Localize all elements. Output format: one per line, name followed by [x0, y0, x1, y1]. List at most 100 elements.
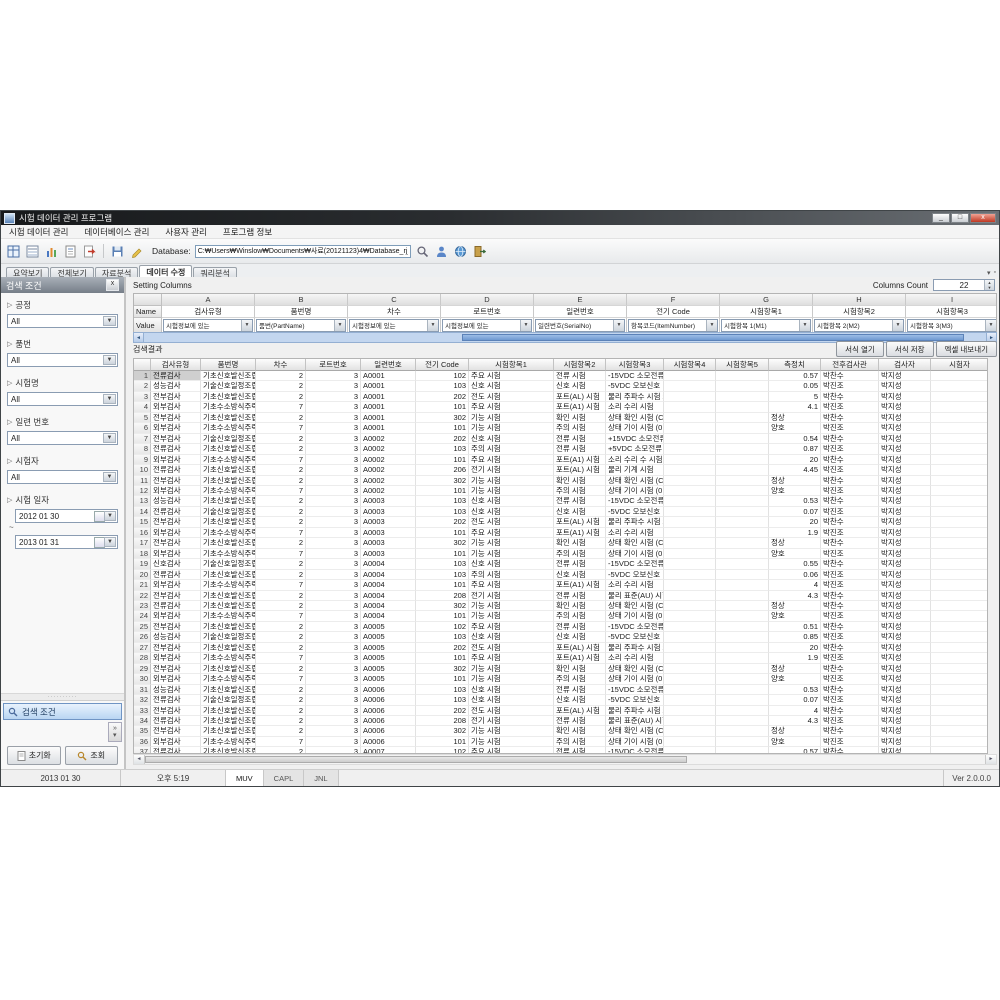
cell[interactable]	[931, 643, 988, 653]
cell[interactable]	[931, 517, 988, 527]
cell[interactable]: 기능 시험	[469, 538, 554, 548]
cell[interactable]	[931, 737, 988, 747]
cell[interactable]: A0006	[361, 706, 416, 716]
cell[interactable]	[716, 611, 769, 621]
cell[interactable]	[931, 434, 988, 444]
column-value-dropdown-B[interactable]: 품번(PartName)▼	[256, 319, 346, 332]
cell[interactable]	[931, 549, 988, 559]
cell[interactable]	[716, 444, 769, 454]
cell[interactable]: 박지성	[879, 434, 931, 444]
cell[interactable]: 3	[306, 580, 361, 590]
cell[interactable]: 전부검사	[151, 622, 201, 632]
cell[interactable]	[664, 444, 716, 454]
cell[interactable]: 박지성	[879, 622, 931, 632]
cell[interactable]: 202	[416, 434, 469, 444]
cell[interactable]: 20	[769, 643, 821, 653]
cell[interactable]: -15VDC 소모전류	[606, 747, 664, 754]
cell[interactable]: 박찬수	[821, 413, 879, 423]
table-row[interactable]: 37전류검사기초신호발신조립체23A0007102주요 시험전류 시험-15VD…	[134, 747, 987, 754]
cell[interactable]: 기초신호발신조립체	[201, 517, 256, 527]
cell[interactable]: -5VDC 오보신호	[606, 570, 664, 580]
cell[interactable]: 2	[256, 371, 306, 381]
cell[interactable]: 박지성	[879, 726, 931, 736]
cell[interactable]: 박찬수	[821, 747, 879, 754]
cell[interactable]: 기술신호일정조립체	[201, 695, 256, 705]
cell[interactable]: 7	[256, 737, 306, 747]
chevron-down-icon[interactable]: ▼	[103, 316, 116, 326]
table-row[interactable]: 22전부검사기초신호발신조립체23A0004208전기 시험전류 시험물리 표준…	[134, 591, 987, 601]
column-value-dropdown-E[interactable]: 일련번호(SerialNo)▼	[535, 319, 625, 332]
cell[interactable]: 신호검사	[151, 559, 201, 569]
cell[interactable]: 신호 시험	[469, 434, 554, 444]
column-value-dropdown-I[interactable]: 시험항목 3(M3)▼	[907, 319, 997, 332]
column-value-dropdown-A[interactable]: 시험정보에 있는▼	[163, 319, 253, 332]
cell[interactable]: 0.53	[769, 685, 821, 695]
cell[interactable]	[716, 674, 769, 684]
results-hscrollbar[interactable]: ◄ ►	[133, 754, 997, 765]
cell[interactable]: 물리 기계 시험	[606, 465, 664, 475]
tab-pin-icon[interactable]: ▫	[994, 269, 996, 277]
table-row[interactable]: 17전부검사기초신호발신조립체23A0003302기능 시험확인 시험상태 확인…	[134, 538, 987, 548]
cell[interactable]: 기초신호발신조립체	[201, 726, 256, 736]
cell[interactable]: 2	[256, 517, 306, 527]
cell[interactable]: 202	[416, 517, 469, 527]
cell[interactable]: 전류 시험	[554, 434, 606, 444]
cell[interactable]: 3	[306, 465, 361, 475]
cell[interactable]: 확인 시험	[554, 413, 606, 423]
cell[interactable]: 3	[306, 591, 361, 601]
cell[interactable]: 박찬수	[821, 517, 879, 527]
cell[interactable]: A0006	[361, 726, 416, 736]
cell[interactable]	[664, 632, 716, 642]
cell[interactable]: 기초수소방식주력체	[201, 549, 256, 559]
chevron-down-icon[interactable]: ▼	[104, 537, 116, 547]
cell[interactable]: 0.55	[769, 559, 821, 569]
cell[interactable]: 103	[416, 496, 469, 506]
cell[interactable]: 기술신호일정조립체	[201, 434, 256, 444]
cell[interactable]: 포트(AL) 시험	[554, 465, 606, 475]
cell[interactable]: 주요 시험	[469, 371, 554, 381]
cell[interactable]: 박찬수	[821, 392, 879, 402]
cell[interactable]: 20	[769, 517, 821, 527]
cell[interactable]: 기초신호발신조립체	[201, 747, 256, 754]
cell[interactable]: 101	[416, 549, 469, 559]
cell[interactable]	[716, 423, 769, 433]
cell[interactable]: 신호 시험	[554, 570, 606, 580]
cell[interactable]: 박지성	[879, 423, 931, 433]
cell[interactable]: 박지성	[879, 591, 931, 601]
cell[interactable]: 전류 시험	[554, 444, 606, 454]
cell[interactable]	[716, 486, 769, 496]
table-row[interactable]: 18외부검사기초수소방식주력체73A0003101기능 시험주의 시험상태 기이…	[134, 549, 987, 559]
cell[interactable]: A0002	[361, 476, 416, 486]
cell[interactable]: A0006	[361, 685, 416, 695]
table-row[interactable]: 25전부검사기초신호발신조립체23A0005102주요 시험전류 시험-15VD…	[134, 622, 987, 632]
cell[interactable]: 3	[306, 632, 361, 642]
chevron-down-icon[interactable]: ▼	[334, 320, 345, 331]
cell[interactable]: 양호	[769, 737, 821, 747]
cell[interactable]: A0002	[361, 434, 416, 444]
cell[interactable]: 박지성	[879, 559, 931, 569]
cell[interactable]: -15VDC 소모전류	[606, 496, 664, 506]
cell[interactable]: 성능검사	[151, 381, 201, 391]
cell[interactable]: 20	[769, 455, 821, 465]
cell[interactable]: 박지성	[879, 381, 931, 391]
cell[interactable]: 0.53	[769, 496, 821, 506]
cell[interactable]	[664, 455, 716, 465]
cell[interactable]: A0003	[361, 507, 416, 517]
cell[interactable]	[931, 538, 988, 548]
table-row[interactable]: 21외부검사기초수소방식주력체73A0004101주요 시험포트(A1) 시험소…	[134, 580, 987, 590]
cell[interactable]: 기초신호발신조립체	[201, 465, 256, 475]
table-row[interactable]: 11전부검사기초신호발신조립체23A0002302기능 시험확인 시험상태 확인…	[134, 476, 987, 486]
chevron-down-icon[interactable]: ▼	[241, 320, 252, 331]
cell[interactable]: 박찬수	[821, 434, 879, 444]
cell[interactable]: 2	[256, 695, 306, 705]
cell[interactable]	[931, 706, 988, 716]
cell[interactable]: 상태 확인 시험 (Cd	[606, 538, 664, 548]
cell[interactable]: 외부검사	[151, 528, 201, 538]
cell[interactable]: 주요 시험	[469, 455, 554, 465]
cell[interactable]: 2	[256, 622, 306, 632]
date-from-field[interactable]: 2012 01 30 ▼	[15, 509, 118, 523]
cell[interactable]	[716, 622, 769, 632]
table-row[interactable]: 19신호검사기술신호일정조립체23A0004103신호 시험전류 시험-15VD…	[134, 559, 987, 569]
cell[interactable]: 박찬수	[821, 643, 879, 653]
cell[interactable]: 101	[416, 402, 469, 412]
